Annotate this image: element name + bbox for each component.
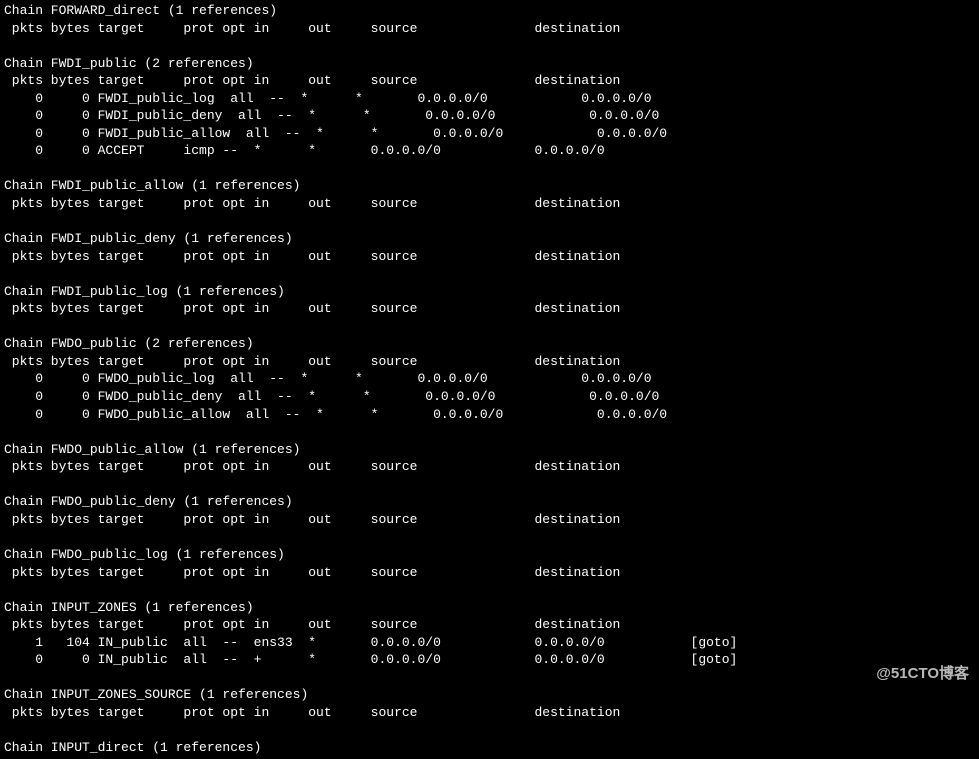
watermark: @51CTO博客	[876, 664, 969, 684]
terminal-output: Chain FORWARD_direct (1 references) pkts…	[0, 0, 979, 759]
